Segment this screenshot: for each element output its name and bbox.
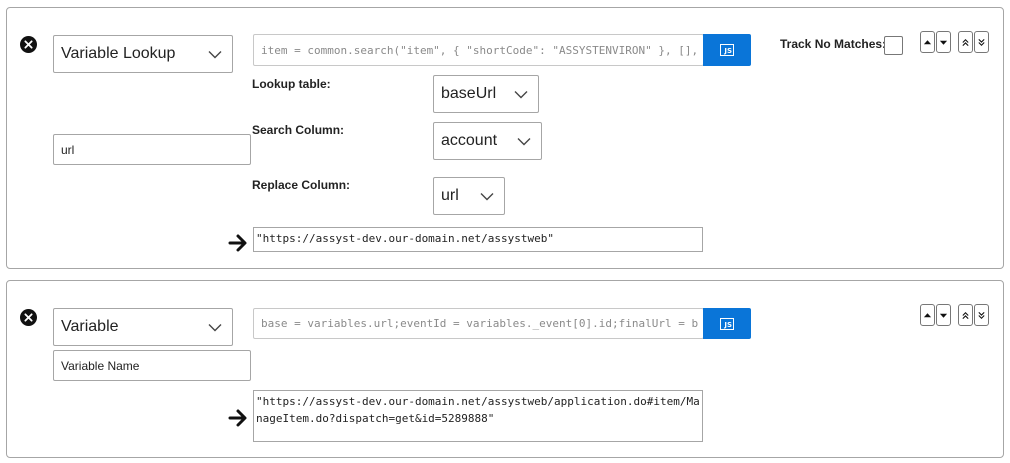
lookup-table-value: baseUrl bbox=[441, 85, 497, 102]
search-column-select[interactable]: account bbox=[433, 122, 542, 160]
variable-name-value: url bbox=[61, 142, 75, 157]
double-chevron-up-icon bbox=[962, 38, 969, 46]
step-type-select[interactable]: Variable Lookup bbox=[53, 35, 233, 73]
replace-column-value: url bbox=[441, 187, 459, 204]
lookup-table-label: Lookup table: bbox=[252, 77, 331, 91]
remove-step-button[interactable] bbox=[20, 36, 37, 53]
js-editor-button[interactable]: JS bbox=[703, 308, 751, 339]
output-preview: "https://assyst-dev.our-domain.net/assys… bbox=[253, 390, 703, 442]
code-expression-text: item = common.search("item", { "shortCod… bbox=[261, 43, 699, 57]
move-to-top-button[interactable] bbox=[958, 31, 973, 53]
arrow-right-icon bbox=[228, 409, 247, 427]
chevron-down-icon bbox=[208, 50, 222, 58]
move-to-top-button[interactable] bbox=[958, 304, 973, 326]
variable-name-input[interactable]: Variable Name bbox=[53, 350, 251, 381]
output-preview: "https://assyst-dev.our-domain.net/assys… bbox=[253, 227, 703, 252]
step-type-select[interactable]: Variable bbox=[53, 308, 233, 346]
move-up-button[interactable] bbox=[920, 31, 935, 53]
double-chevron-down-icon bbox=[978, 311, 985, 319]
step-card-variable: Variable Variable Name base = variables.… bbox=[6, 280, 1004, 458]
code-expression-field[interactable]: base = variables.url;eventId = variables… bbox=[253, 308, 704, 339]
move-to-bottom-button[interactable] bbox=[974, 31, 989, 53]
chevron-down-icon bbox=[517, 137, 531, 145]
js-icon: JS bbox=[720, 44, 734, 56]
double-chevron-up-icon bbox=[962, 311, 969, 319]
step-type-value: Variable bbox=[61, 318, 119, 335]
replace-column-select[interactable]: url bbox=[433, 177, 505, 215]
code-expression-field[interactable]: item = common.search("item", { "shortCod… bbox=[253, 34, 704, 66]
caret-down-icon bbox=[939, 40, 948, 45]
variable-name-placeholder: Variable Name bbox=[61, 358, 140, 373]
move-up-button[interactable] bbox=[920, 304, 935, 326]
lookup-table-select[interactable]: baseUrl bbox=[433, 75, 539, 113]
close-icon bbox=[24, 313, 33, 322]
remove-step-button[interactable] bbox=[20, 309, 37, 326]
search-column-label: Search Column: bbox=[252, 123, 345, 137]
arrow-right-icon bbox=[228, 234, 247, 252]
step-card-variable-lookup: Variable Lookup url item = common.search… bbox=[6, 7, 1004, 269]
variable-name-input[interactable]: url bbox=[53, 134, 251, 165]
js-editor-button[interactable]: JS bbox=[703, 34, 751, 66]
close-icon bbox=[24, 40, 33, 49]
chevron-down-icon bbox=[514, 90, 528, 98]
caret-up-icon bbox=[923, 39, 932, 44]
move-down-button[interactable] bbox=[936, 304, 951, 326]
step-type-value: Variable Lookup bbox=[61, 45, 176, 62]
track-no-matches-label: Track No Matches: bbox=[780, 37, 887, 51]
replace-column-label: Replace Column: bbox=[252, 178, 351, 192]
caret-up-icon bbox=[923, 312, 932, 317]
move-to-bottom-button[interactable] bbox=[974, 304, 989, 326]
code-expression-text: base = variables.url;eventId = variables… bbox=[261, 317, 699, 330]
js-icon: JS bbox=[720, 317, 734, 330]
search-column-value: account bbox=[441, 132, 498, 149]
move-down-button[interactable] bbox=[936, 31, 951, 53]
double-chevron-down-icon bbox=[978, 38, 985, 46]
track-no-matches-checkbox[interactable] bbox=[884, 36, 903, 55]
chevron-down-icon bbox=[208, 323, 222, 331]
caret-down-icon bbox=[939, 313, 948, 318]
chevron-down-icon bbox=[480, 192, 494, 200]
